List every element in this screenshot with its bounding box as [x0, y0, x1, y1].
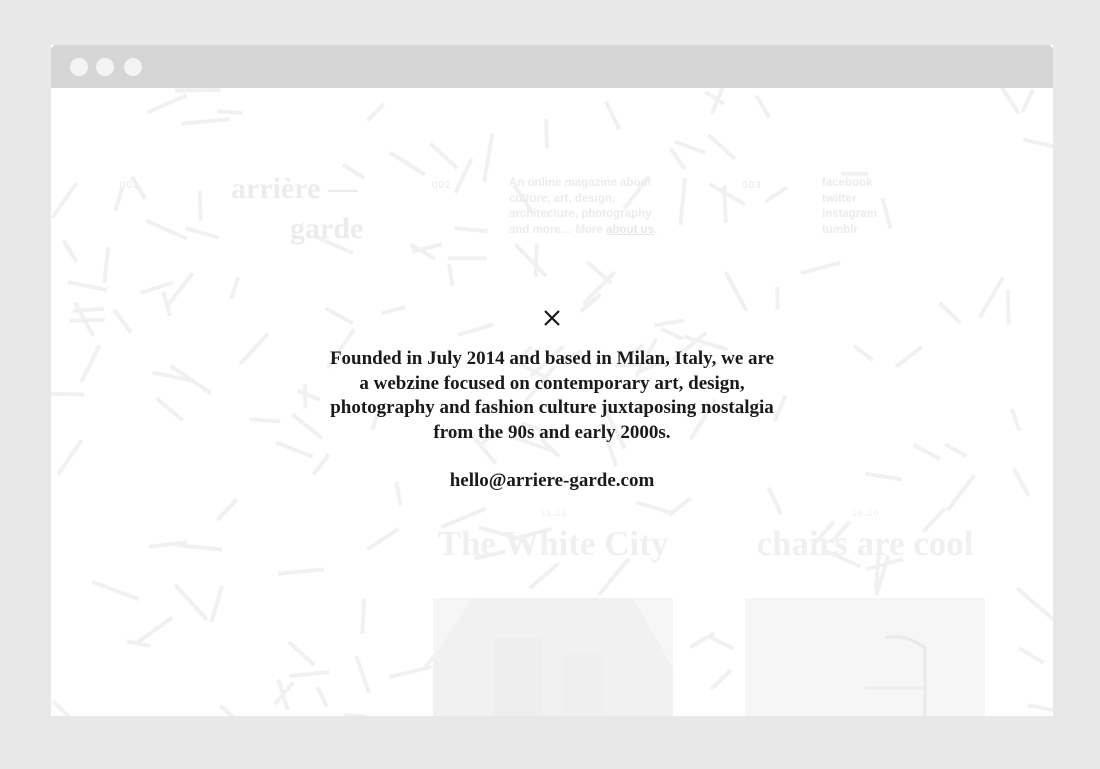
contact-email-link[interactable]: hello@arriere-garde.com — [327, 470, 777, 492]
page-viewport: 001 arrière — garde 002 An online magazi… — [51, 88, 1053, 716]
close-icon[interactable] — [541, 307, 563, 329]
window-minimize-dot[interactable] — [96, 58, 114, 76]
about-modal: Founded in July 2014 and based in Milan,… — [51, 88, 1053, 716]
browser-window: 001 arrière — garde 002 An online magazi… — [51, 45, 1053, 716]
modal-description: Founded in July 2014 and based in Milan,… — [329, 348, 775, 443]
window-maximize-dot[interactable] — [124, 58, 142, 76]
window-close-dot[interactable] — [70, 58, 88, 76]
browser-titlebar — [51, 45, 1053, 88]
